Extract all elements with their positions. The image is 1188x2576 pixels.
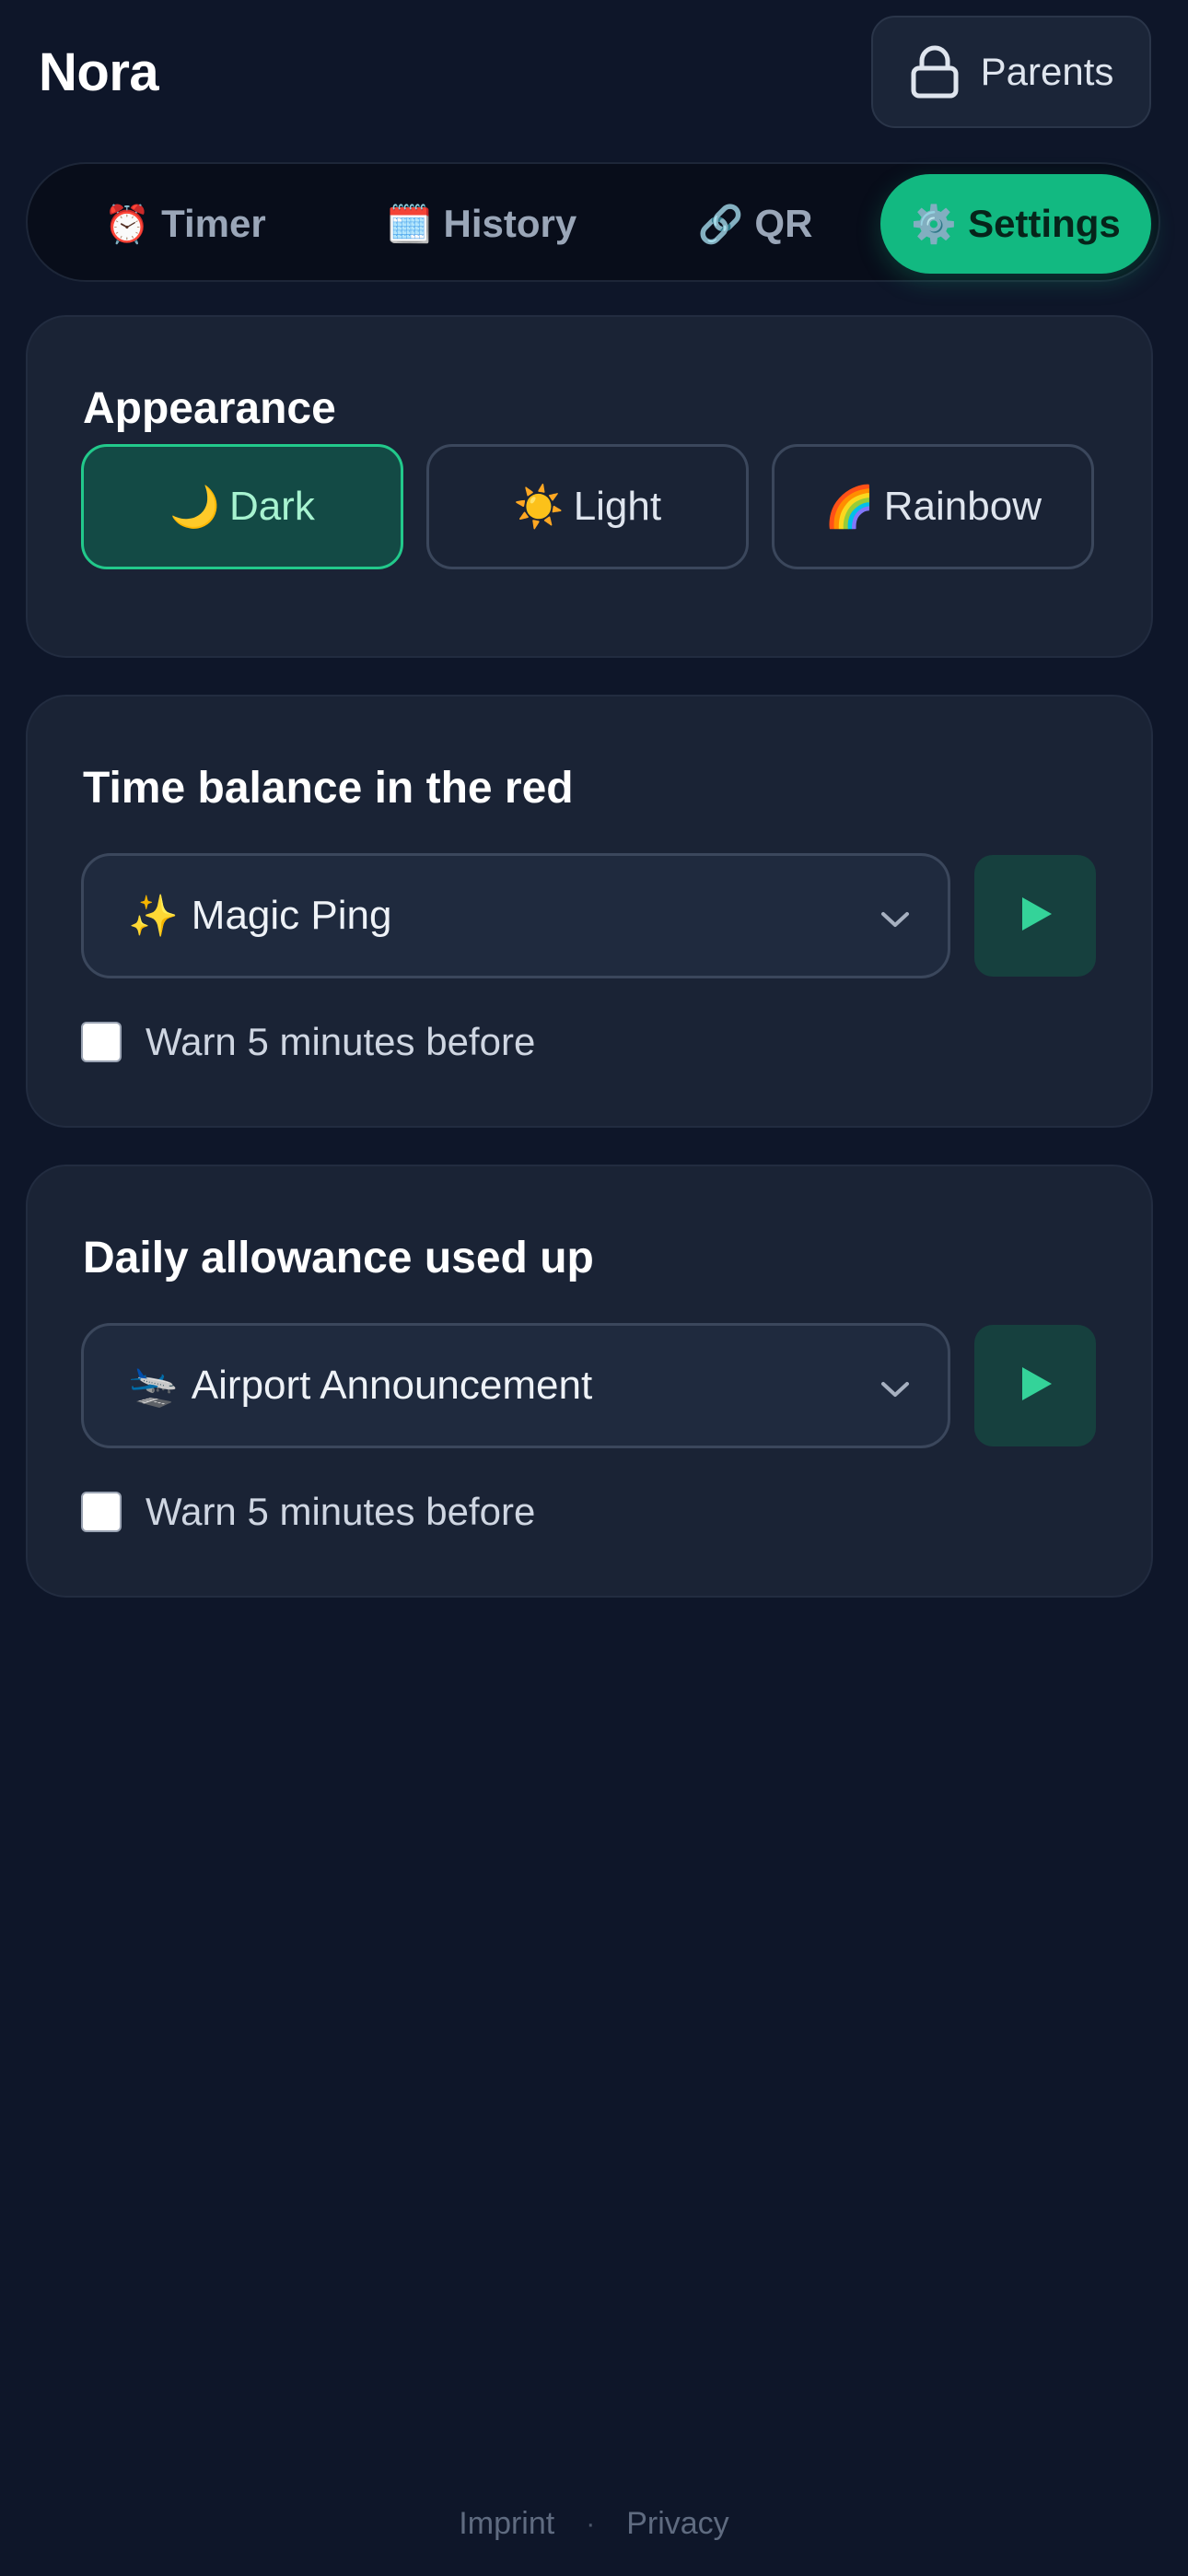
tab-label: Timer	[161, 202, 266, 245]
theme-dark-button[interactable]: 🌙 Dark	[81, 444, 403, 569]
app-header: Nora Parents	[0, 0, 1188, 147]
select-value: Magic Ping	[191, 893, 392, 938]
gear-icon: ⚙️	[911, 204, 958, 245]
theme-label: Light	[573, 484, 662, 529]
play-icon	[1015, 894, 1055, 939]
play-icon	[1015, 1364, 1055, 1409]
tab-label: QR	[754, 202, 813, 245]
airplane-arrival-icon: 🛬	[128, 1364, 179, 1409]
time-balance-sound-select[interactable]: ✨ Magic Ping	[81, 853, 950, 978]
warn-label: Warn 5 minutes before	[146, 1020, 536, 1063]
theme-label: Rainbow	[883, 484, 1042, 529]
appearance-title: Appearance	[83, 384, 336, 433]
page-title: Nora	[39, 42, 159, 102]
parents-button-label: Parents	[980, 50, 1114, 93]
footer-separator: ·	[586, 2508, 596, 2539]
calendar-icon: 🗓️	[386, 204, 433, 245]
daily-allowance-play-button[interactable]	[974, 1325, 1096, 1446]
tab-settings[interactable]: ⚙️ Settings	[880, 174, 1151, 274]
sun-icon: ☀️	[513, 485, 565, 530]
time-balance-warn-checkbox[interactable]	[81, 1022, 122, 1062]
tab-timer[interactable]: ⏰ Timer	[64, 174, 306, 274]
tab-label: Settings	[968, 202, 1121, 245]
lock-icon	[909, 44, 961, 100]
warn-label: Warn 5 minutes before	[146, 1490, 536, 1533]
daily-allowance-warn-checkbox[interactable]	[81, 1492, 122, 1532]
rainbow-icon: 🌈	[823, 485, 875, 530]
tab-bar: ⏰ Timer 🗓️ History 🔗 QR ⚙️ Settings	[26, 162, 1160, 282]
tab-label: History	[443, 202, 577, 245]
tab-qr[interactable]: 🔗 QR	[663, 174, 847, 274]
daily-allowance-title: Daily allowance used up	[83, 1234, 594, 1282]
time-balance-play-button[interactable]	[974, 855, 1096, 977]
time-balance-warn-row: Warn 5 minutes before	[81, 1019, 535, 1065]
select-value: Airport Announcement	[191, 1363, 593, 1408]
time-balance-title: Time balance in the red	[83, 764, 574, 813]
daily-allowance-warn-row: Warn 5 minutes before	[81, 1489, 535, 1535]
alarm-clock-icon: ⏰	[104, 204, 151, 245]
daily-allowance-sound-select[interactable]: 🛬 Airport Announcement	[81, 1323, 950, 1448]
imprint-link[interactable]: Imprint	[459, 2506, 554, 2542]
theme-light-button[interactable]: ☀️ Light	[426, 444, 749, 569]
sparkles-icon: ✨	[128, 894, 179, 939]
chevron-down-icon	[879, 1363, 911, 1409]
chevron-down-icon	[879, 893, 911, 939]
theme-label: Dark	[228, 484, 315, 529]
moon-icon: 🌙	[169, 485, 220, 530]
footer: Imprint · Privacy	[0, 2506, 1188, 2542]
link-icon: 🔗	[697, 204, 744, 245]
tab-history[interactable]: 🗓️ History	[348, 174, 615, 274]
theme-rainbow-button[interactable]: 🌈 Rainbow	[772, 444, 1094, 569]
privacy-link[interactable]: Privacy	[626, 2506, 728, 2542]
parents-button[interactable]: Parents	[871, 16, 1151, 128]
